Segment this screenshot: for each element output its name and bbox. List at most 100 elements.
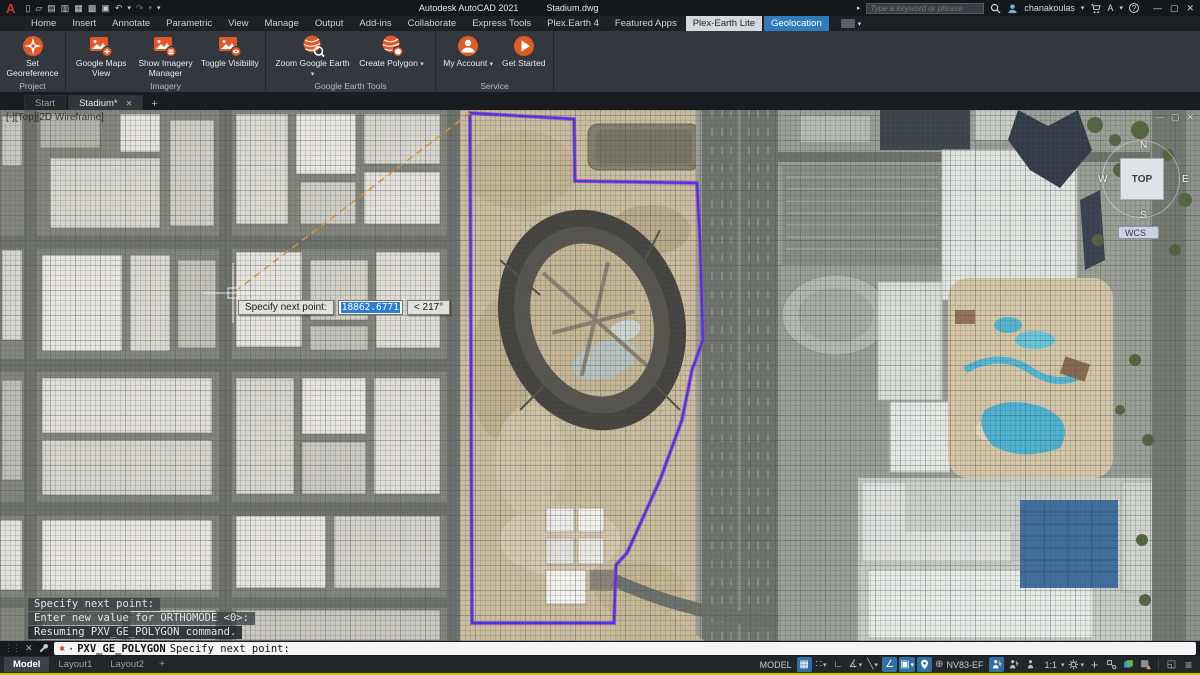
annotation-autoscale-icon[interactable] (1006, 657, 1021, 672)
search-expand-icon[interactable]: ▸ (857, 4, 861, 12)
annotation-monitor-icon[interactable]: + (1087, 657, 1102, 672)
layout-tab-model[interactable]: Model (4, 657, 50, 672)
units-layers-icon[interactable] (1121, 657, 1136, 672)
autocad-logo-icon[interactable]: A (6, 2, 15, 15)
show-imagery-manager-button[interactable]: Show Imagery Manager (134, 33, 196, 78)
tab-insert[interactable]: Insert (65, 16, 103, 31)
tab-express-tools[interactable]: Express Tools (465, 16, 538, 31)
tab-add-ins[interactable]: Add-ins (352, 16, 398, 31)
google-maps-view-button[interactable]: Google Maps View (70, 33, 132, 78)
drawing-minimize-icon[interactable]: — (1155, 112, 1164, 123)
command-input[interactable]: ✱ ▾ PXV_GE_POLYGON Specify next point: (53, 642, 1196, 655)
tab-annotate[interactable]: Annotate (105, 16, 157, 31)
create-polygon-button[interactable]: Create Polygon ▾ (355, 33, 429, 70)
new-icon[interactable]: ▯ (25, 3, 30, 14)
drawing-close-icon[interactable]: ✕ (1186, 112, 1194, 123)
annotation-scale-button[interactable]: 1:1 ▾ (1040, 657, 1065, 672)
set-georeference-button[interactable]: Set Georeference (4, 33, 61, 78)
help-icon[interactable]: ? (1128, 3, 1139, 13)
tab-parametric[interactable]: Parametric (159, 16, 219, 31)
restore-button[interactable]: ▢ (1170, 3, 1179, 14)
command-prompt: Specify next point: (169, 642, 290, 655)
model-space-toggle[interactable]: MODEL (757, 660, 795, 670)
viewcube-south[interactable]: S (1140, 210, 1147, 221)
print-icon[interactable]: ▣ (101, 3, 110, 14)
object-snap-icon[interactable]: ▣ ▾ (899, 657, 916, 672)
viewcube-top-face[interactable]: TOP (1120, 158, 1164, 200)
grid-toggle-icon[interactable]: ▦ (796, 657, 812, 672)
minimize-button[interactable]: — (1153, 3, 1162, 14)
google-maps-view-icon (90, 37, 113, 57)
my-account-button[interactable]: My Account ▾ (440, 33, 496, 70)
tab-plex-earth-lite[interactable]: Plex-Earth Lite (685, 16, 763, 31)
viewcube[interactable]: N S W E TOP WCS ▾ (1096, 134, 1189, 246)
zoom-google-earth-button[interactable]: Zoom Google Earth ▾ (273, 33, 353, 79)
app-store-icon[interactable]: A (1107, 3, 1113, 13)
quick-properties-icon[interactable] (1104, 657, 1119, 672)
redo-caret-icon[interactable]: ▾ (148, 4, 152, 12)
window-title: Autodesk AutoCAD 2021 Stadium.dwg (418, 3, 599, 13)
tab-home[interactable]: Home (24, 16, 63, 31)
command-bar-grip[interactable]: ⋮⋮ (4, 643, 21, 654)
ribbon-display-toggle[interactable]: ▾ (840, 16, 861, 31)
layout-tab-layout1[interactable]: Layout1 (49, 657, 101, 672)
publish-icon[interactable]: ▩ (88, 3, 97, 14)
command-bar-close-icon[interactable]: ✕ (25, 643, 33, 654)
tab-output[interactable]: Output (308, 16, 351, 31)
osnap-tracking-icon[interactable]: ∠ (882, 657, 898, 672)
undo-icon[interactable]: ↶ (115, 3, 123, 14)
layout-tab-layout2[interactable]: Layout2 (101, 657, 153, 672)
save-icon[interactable]: ▤ (47, 3, 56, 14)
get-started-button[interactable]: Get Started (498, 33, 549, 69)
search-icon[interactable] (990, 3, 1001, 14)
coordinate-system-button[interactable]: ⊕ NV83-EF (934, 657, 987, 672)
ortho-toggle-icon[interactable]: ∟ (831, 657, 846, 672)
clean-screen-icon[interactable]: ◱ (1164, 657, 1179, 672)
customization-menu-icon[interactable]: ≡ (1181, 657, 1196, 672)
viewcube-east[interactable]: E (1182, 174, 1189, 185)
tab-manage[interactable]: Manage (258, 16, 306, 31)
workspace-gear-icon[interactable]: ▾ (1067, 657, 1085, 672)
toggle-visibility-button[interactable]: Toggle Visibility (199, 33, 261, 69)
undo-caret-icon[interactable]: ▾ (127, 4, 131, 12)
file-tab-start[interactable]: Start (24, 95, 67, 110)
customize-wrench-icon[interactable] (38, 643, 49, 654)
snap-toggle-icon[interactable]: ∷ ▾ (814, 657, 829, 672)
qat-customize-icon[interactable]: ▾ (157, 4, 161, 12)
geolocation-pin-icon[interactable] (917, 657, 933, 672)
viewcube-west[interactable]: W (1098, 174, 1107, 185)
search-input[interactable] (866, 2, 985, 14)
viewcube-wcs-menu[interactable]: WCS ▾ (1118, 226, 1160, 239)
isodraft-icon[interactable]: ╲ ▾ (865, 657, 880, 672)
tab-view[interactable]: View (221, 16, 255, 31)
tab-geolocation[interactable]: Geolocation (764, 16, 829, 31)
app-store-caret-icon[interactable]: ▾ (1119, 4, 1123, 12)
file-tab-close-icon[interactable]: ✕ (126, 99, 133, 108)
file-tab-stadium[interactable]: Stadium* ✕ (68, 95, 144, 110)
new-drawing-tab-button[interactable]: + (145, 98, 163, 110)
distance-input[interactable]: 18862.6771 (337, 300, 403, 315)
drawing-area[interactable]: [-][Top][2D Wireframe] — ▢ ✕ N S W E TOP… (0, 110, 1200, 641)
cart-icon[interactable] (1090, 3, 1102, 14)
drawing-restore-icon[interactable]: ▢ (1171, 112, 1180, 123)
saveas-icon[interactable]: ▥ (61, 3, 70, 14)
user-caret-icon[interactable]: ▾ (1081, 4, 1085, 12)
tab-plex-earth-4[interactable]: Plex.Earth 4 (540, 16, 606, 31)
tab-featured-apps[interactable]: Featured Apps (608, 16, 684, 31)
viewcube-north[interactable]: N (1140, 140, 1147, 151)
polar-tracking-icon[interactable]: ∡ ▾ (848, 657, 863, 672)
annotation-visibility-icon[interactable] (989, 657, 1005, 672)
recent-commands-caret-icon[interactable]: ▾ (69, 645, 73, 653)
open-icon[interactable]: ▱ (35, 3, 42, 14)
viewport-controls[interactable]: [-][Top][2D Wireframe] (6, 112, 104, 123)
redo-icon[interactable]: ↷ (136, 3, 144, 14)
create-polygon-caret-icon: ▾ (420, 61, 424, 68)
new-layout-button[interactable]: + (153, 659, 171, 670)
annotation-scale-person-icon[interactable] (1023, 657, 1038, 672)
plot-icon[interactable]: ▦ (74, 3, 83, 14)
signed-in-user[interactable]: chanakoulas (1024, 3, 1075, 13)
close-button[interactable]: ✕ (1186, 3, 1194, 14)
ribbon-display-icon (840, 19, 855, 28)
graphics-performance-icon[interactable] (1138, 657, 1153, 672)
tab-collaborate[interactable]: Collaborate (401, 16, 464, 31)
